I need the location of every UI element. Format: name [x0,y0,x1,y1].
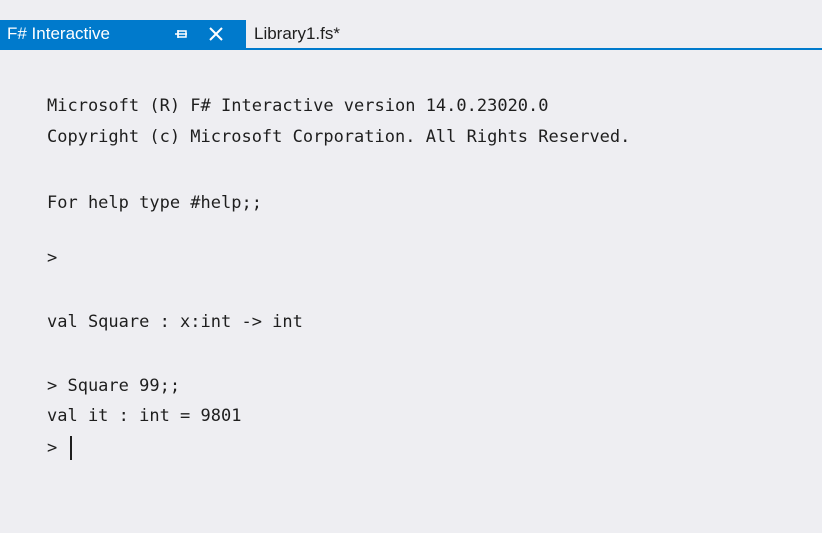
console-prompt: > [47,248,58,268]
console-line: > Square 99;; [47,376,181,396]
pin-icon[interactable] [174,26,188,42]
console-line: For help type #help;; [47,193,262,213]
tab-label: Library1.fs* [254,24,340,43]
console-line: val it : int = 9801 [47,406,242,426]
text-caret [70,436,72,460]
console-line: val Square : x:int -> int [47,312,303,332]
tab-label: F# Interactive [7,24,110,43]
console-line: Microsoft (R) F# Interactive version 14.… [47,96,549,116]
tab-fsharp-interactive[interactable]: F# Interactive [0,20,246,48]
close-icon[interactable] [209,27,223,41]
fsharp-interactive-window: F# Interactive Library1.fs* Microsoft (R… [0,0,822,533]
tab-library1-fs[interactable]: Library1.fs* [246,20,348,48]
console-line: Copyright (c) Microsoft Corporation. All… [47,127,631,147]
document-tab-strip: F# Interactive Library1.fs* [0,20,822,48]
interactive-console[interactable]: Microsoft (R) F# Interactive version 14.… [0,50,822,533]
console-prompt: > [47,438,58,458]
